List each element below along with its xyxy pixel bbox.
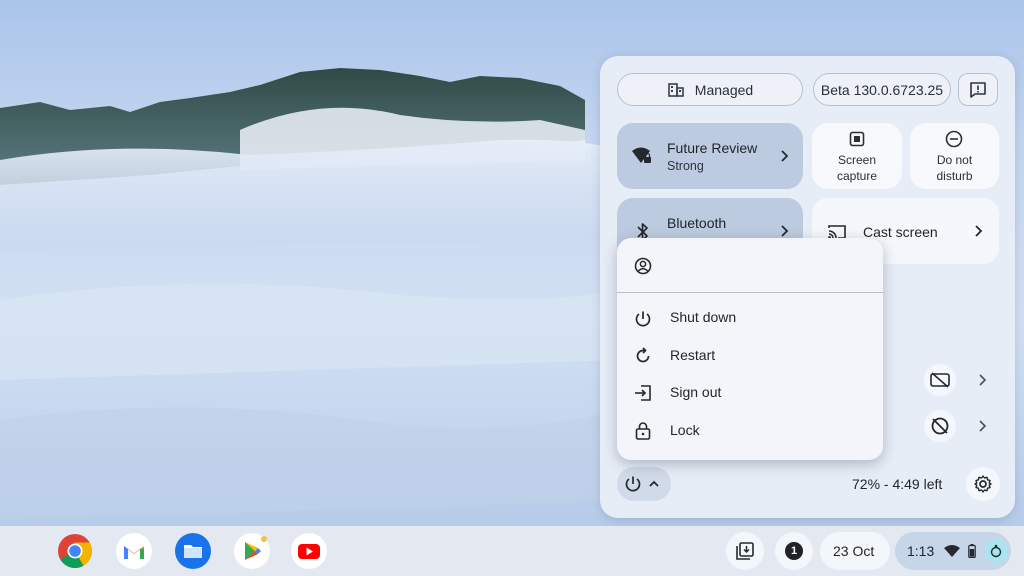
- shut-down-item[interactable]: Shut down: [617, 300, 883, 336]
- power-button[interactable]: [617, 467, 671, 501]
- files-app-icon[interactable]: [175, 533, 211, 569]
- sign-out-icon: [635, 385, 651, 401]
- managed-button[interactable]: Managed: [617, 73, 803, 106]
- date-label: 23 Oct: [833, 543, 875, 559]
- do-not-disturb-icon: [945, 130, 963, 148]
- holding-space-button[interactable]: [726, 532, 764, 570]
- gmail-app-icon[interactable]: [116, 533, 152, 569]
- network-strength: Strong: [667, 159, 704, 173]
- screen-capture-label: Screen: [837, 153, 877, 167]
- notification-button[interactable]: 1: [775, 532, 813, 570]
- feedback-icon: [970, 81, 986, 98]
- screen-capture-label-2: capture: [836, 169, 878, 183]
- settings-button[interactable]: [966, 467, 1000, 501]
- chevron-right-icon: [975, 225, 983, 237]
- gear-icon: [974, 475, 992, 493]
- camera-off-icon: [930, 372, 950, 388]
- chrome-app-icon[interactable]: [57, 533, 93, 569]
- camera-toggle[interactable]: [924, 364, 956, 396]
- notification-badge: 1: [785, 542, 803, 560]
- sign-out-item[interactable]: Sign out: [617, 375, 883, 411]
- power-icon: [625, 476, 641, 492]
- version-button[interactable]: Beta 130.0.6723.25: [813, 73, 951, 106]
- menu-divider: [617, 292, 883, 293]
- holding-space-icon: [736, 542, 754, 560]
- ime-indicator: [985, 539, 1007, 563]
- wifi-icon: [944, 545, 960, 557]
- network-tile[interactable]: Future Review Strong: [617, 123, 803, 189]
- lock-item[interactable]: Lock: [617, 413, 883, 449]
- screen-capture-icon: [849, 131, 865, 147]
- youtube-app-icon[interactable]: [291, 533, 327, 569]
- sign-out-label: Sign out: [670, 384, 722, 400]
- chevron-right-icon: [781, 225, 789, 237]
- time-label: 1:13: [907, 543, 935, 559]
- accessibility-icon: [990, 544, 1002, 558]
- building-icon: [667, 82, 684, 97]
- restart-icon: [636, 347, 650, 363]
- privacy-toggle[interactable]: [924, 410, 956, 442]
- account-icon: [634, 257, 652, 275]
- bluetooth-title: Bluetooth: [667, 215, 727, 231]
- lock-icon: [635, 422, 651, 440]
- date-button[interactable]: 23 Oct: [820, 532, 890, 570]
- chevron-up-icon: [649, 480, 659, 487]
- feedback-button[interactable]: [958, 73, 998, 106]
- restart-item[interactable]: Restart: [617, 338, 883, 374]
- network-name: Future Review: [667, 140, 758, 156]
- notification-count: 1: [790, 545, 798, 557]
- chevron-right-icon[interactable]: [977, 373, 987, 387]
- battery-icon: [968, 544, 976, 558]
- lock-label: Lock: [670, 422, 700, 438]
- chevron-right-icon[interactable]: [977, 419, 987, 433]
- do-not-disturb-label: Do not: [936, 153, 973, 167]
- wifi-lock-icon: [632, 147, 651, 163]
- privacy-off-icon: [931, 417, 949, 435]
- restart-label: Restart: [670, 347, 716, 363]
- do-not-disturb-tile[interactable]: Do not disturb: [910, 123, 999, 189]
- status-area-button[interactable]: 1:13: [895, 532, 1011, 570]
- power-icon: [635, 311, 651, 327]
- screen-capture-tile[interactable]: Screen capture: [812, 123, 902, 189]
- version-label: Beta 130.0.6723.25: [820, 81, 944, 98]
- play-store-app-icon[interactable]: [234, 533, 270, 569]
- cast-screen-label: Cast screen: [863, 224, 938, 240]
- managed-label: Managed: [694, 81, 754, 98]
- do-not-disturb-label-2: disturb: [936, 169, 973, 183]
- battery-status: 72% - 4:49 left: [852, 476, 943, 492]
- shut-down-label: Shut down: [670, 309, 737, 325]
- chevron-right-icon: [781, 150, 789, 162]
- power-menu: Shut down Restart Sign out Lock: [617, 238, 883, 460]
